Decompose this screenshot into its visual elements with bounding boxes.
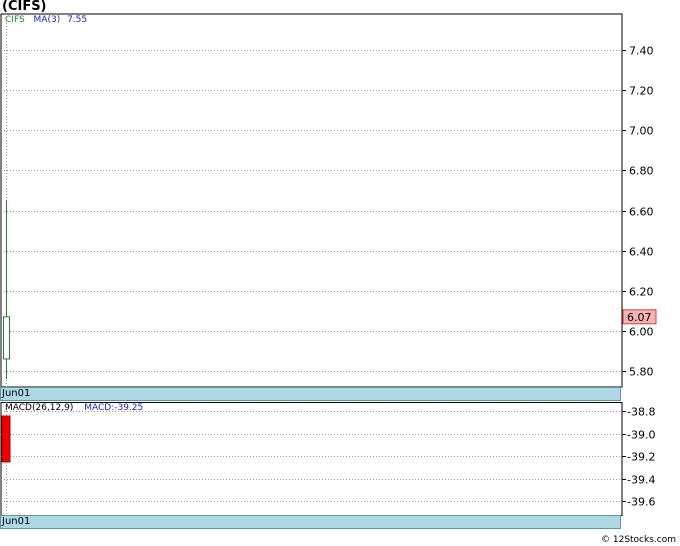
price-tick-label: 7.20 [629, 85, 654, 98]
price-tick-label: 5.80 [629, 366, 654, 379]
macd-bar [1, 415, 11, 463]
macd-tick-label: -39.6 [627, 496, 655, 509]
macd-date-label: Jun01 [2, 516, 31, 527]
price-tick-label: 7.00 [629, 125, 654, 138]
macd-panel: -38.8 -39.0 -39.2 -39.4 -39.6 MACD(26,12,9) … [0, 402, 680, 532]
price-tick-label: 6.20 [629, 286, 654, 299]
macd-tick-label: -38.8 [627, 406, 655, 419]
macd-plot-frame [0, 402, 623, 516]
price-date-bar: Jun01 [0, 387, 621, 401]
legend-symbol: CIFS [5, 15, 25, 25]
price-tick-label: 6.40 [629, 246, 654, 259]
legend-ma-value: 7.55 [67, 15, 88, 25]
price-tick-label: 7.40 [629, 45, 654, 58]
price-tick-label: 6.00 [629, 326, 654, 339]
price-date-label: Jun01 [2, 388, 31, 399]
macd-date-bar: Jun01 [0, 515, 621, 529]
macd-tick-label: -39.2 [627, 451, 655, 464]
price-tick-label: 6.80 [629, 165, 654, 178]
price-tag-label: 6.07 [627, 311, 652, 324]
macd-legend: MACD(26,12,9) MACD:-39.25 [5, 403, 143, 413]
price-tick-label: 6.60 [629, 206, 654, 219]
candle-body [3, 316, 10, 360]
legend-macd-value: MACD:-39.25 [84, 403, 144, 413]
macd-tick-label: -39.0 [627, 429, 655, 442]
footer-credit: © 12Stocks.com [601, 535, 676, 545]
price-legend: CIFS MA(3) 7.55 [5, 15, 87, 25]
macd-chart: -38.8 -39.0 -39.2 -39.4 -39.6 [0, 402, 655, 516]
price-panel: 5.80 6.00 6.20 6.40 6.60 6.80 7.00 7.20 7.40 6.07… [0, 0, 680, 402]
price-chart: 5.80 6.00 6.20 6.40 6.60 6.80 7.00 7.20 7.40 6.07 [0, 13, 657, 388]
legend-ma: MA(3) [33, 15, 61, 25]
legend-macd-name: MACD(26,12,9) [5, 403, 74, 413]
macd-tick-label: -39.4 [627, 474, 655, 487]
